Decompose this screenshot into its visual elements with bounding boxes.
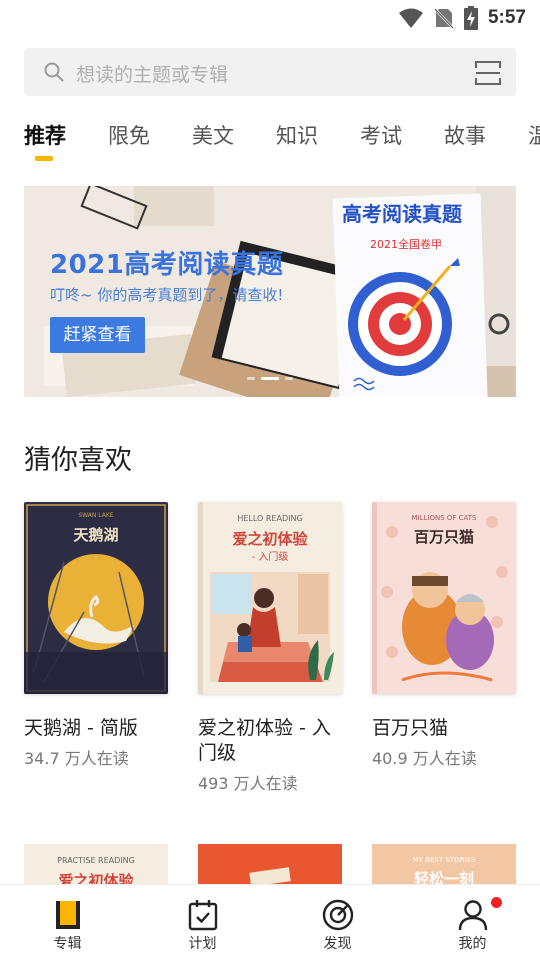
nav-album[interactable]: 专辑 — [0, 885, 135, 961]
banner-card-title: 高考阅读真题 — [342, 202, 462, 226]
compass-icon — [322, 899, 353, 931]
book-title[interactable]: 天鹅湖 - 简版 — [24, 716, 168, 741]
promo-banner[interactable]: 高考阅读真题 2021全国卷甲 2021高考阅读真题 叮咚~ 你的高考真题到了，… — [24, 186, 516, 397]
book-cover[interactable]: MY BEST STORIES 轻松一刻 — [372, 844, 516, 884]
calendar-check-icon — [188, 900, 217, 931]
book-cover[interactable]: PRACTISE READING 爱之初体验 — [24, 844, 168, 884]
book-cover[interactable]: SWAN LAKE 天鹅湖 — [24, 502, 168, 694]
book-readers: 34.7 万人在读 — [24, 749, 129, 768]
carousel-indicator — [24, 377, 516, 380]
search-bar[interactable]: 想读的主题或专辑 — [24, 48, 516, 96]
nav-plan[interactable]: 计划 — [135, 885, 270, 961]
cover-top-text: MILLIONS OF CATS — [411, 514, 477, 522]
cover-top-text: SWAN LAKE — [78, 512, 114, 519]
tab-recommend[interactable]: 推荐 — [24, 118, 66, 164]
tab-free[interactable]: 限免 — [108, 118, 150, 164]
banner-cta-button[interactable]: 赶紧查看 — [50, 317, 145, 353]
banner-card-badge: 2021全国卷甲 — [370, 238, 442, 251]
status-bar: 5:57 — [0, 0, 540, 36]
cover-decoration — [249, 867, 291, 884]
book-title[interactable]: 爱之初体验 - 入门级 — [198, 716, 342, 766]
nav-discover[interactable]: 发现 — [270, 885, 405, 961]
cover-title: 轻松一刻 — [413, 870, 474, 884]
battery-charging-icon — [463, 6, 478, 30]
nav-label: 发现 — [323, 936, 352, 952]
book-cover[interactable]: MILLIONS OF CATS 百万只猫 — [372, 502, 516, 694]
carousel-dot — [247, 377, 255, 380]
tab-essay[interactable]: 美文 — [192, 118, 234, 164]
cover-title: 爱之初体验 — [58, 872, 134, 884]
tab-story[interactable]: 故事 — [444, 118, 486, 164]
nav-label: 专辑 — [53, 936, 82, 952]
search-icon — [44, 62, 64, 82]
book-readers: 493 万人在读 — [198, 774, 298, 793]
book-card[interactable]: SWAN LAKE 天鹅湖 天鹅湖 - 简版 34.7 万人在读 — [24, 502, 168, 769]
tab-knowledge[interactable]: 知识 — [276, 118, 318, 164]
section-title: 猜你喜欢 — [24, 445, 132, 476]
notification-badge — [491, 897, 502, 908]
album-icon — [55, 901, 80, 929]
cover-title: 百万只猫 — [413, 528, 474, 546]
cover-top-text: HELLO READING — [237, 514, 303, 523]
bottom-nav: 专辑 计划 发现 我的 — [0, 884, 540, 961]
cover-top-text: PRACTISE READING — [57, 856, 135, 865]
carousel-dot-active — [261, 377, 279, 380]
no-sim-icon — [434, 8, 454, 29]
cover-title: 天鹅湖 — [73, 526, 119, 544]
book-card[interactable]: HELLO READING 爱之初体验 - 入门级 爱之初体验 - 入门级 49… — [198, 502, 342, 794]
wifi-icon — [398, 8, 423, 28]
clock: 5:57 — [487, 7, 526, 28]
scan-icon[interactable] — [474, 59, 502, 87]
carousel-dot — [285, 377, 293, 380]
tab-exam[interactable]: 考试 — [360, 118, 402, 164]
book-cover[interactable] — [198, 844, 342, 884]
banner-title: 2021高考阅读真题 — [50, 250, 284, 280]
tab-more[interactable]: 温 — [528, 118, 540, 164]
nav-profile[interactable]: 我的 — [405, 885, 540, 961]
cover-subtitle: - 入门级 — [251, 552, 289, 563]
book-card[interactable]: MILLIONS OF CATS 百万只猫 百万只猫 40.9 万人在读 — [372, 502, 516, 769]
category-tabs: 推荐 限免 美文 知识 考试 故事 温 — [24, 118, 540, 168]
cover-top-text: MY BEST STORIES — [412, 856, 476, 864]
cover-title: 爱之初体验 — [232, 530, 308, 548]
search-placeholder[interactable]: 想读的主题或专辑 — [76, 60, 228, 87]
banner-subtitle: 叮咚~ 你的高考真题到了，请查收! — [50, 286, 284, 304]
nav-label: 计划 — [188, 936, 217, 952]
user-icon — [458, 900, 487, 931]
book-readers: 40.9 万人在读 — [372, 749, 477, 768]
nav-label: 我的 — [458, 936, 487, 952]
book-title[interactable]: 百万只猫 — [372, 716, 516, 741]
book-cover[interactable]: HELLO READING 爱之初体验 - 入门级 — [198, 502, 342, 694]
